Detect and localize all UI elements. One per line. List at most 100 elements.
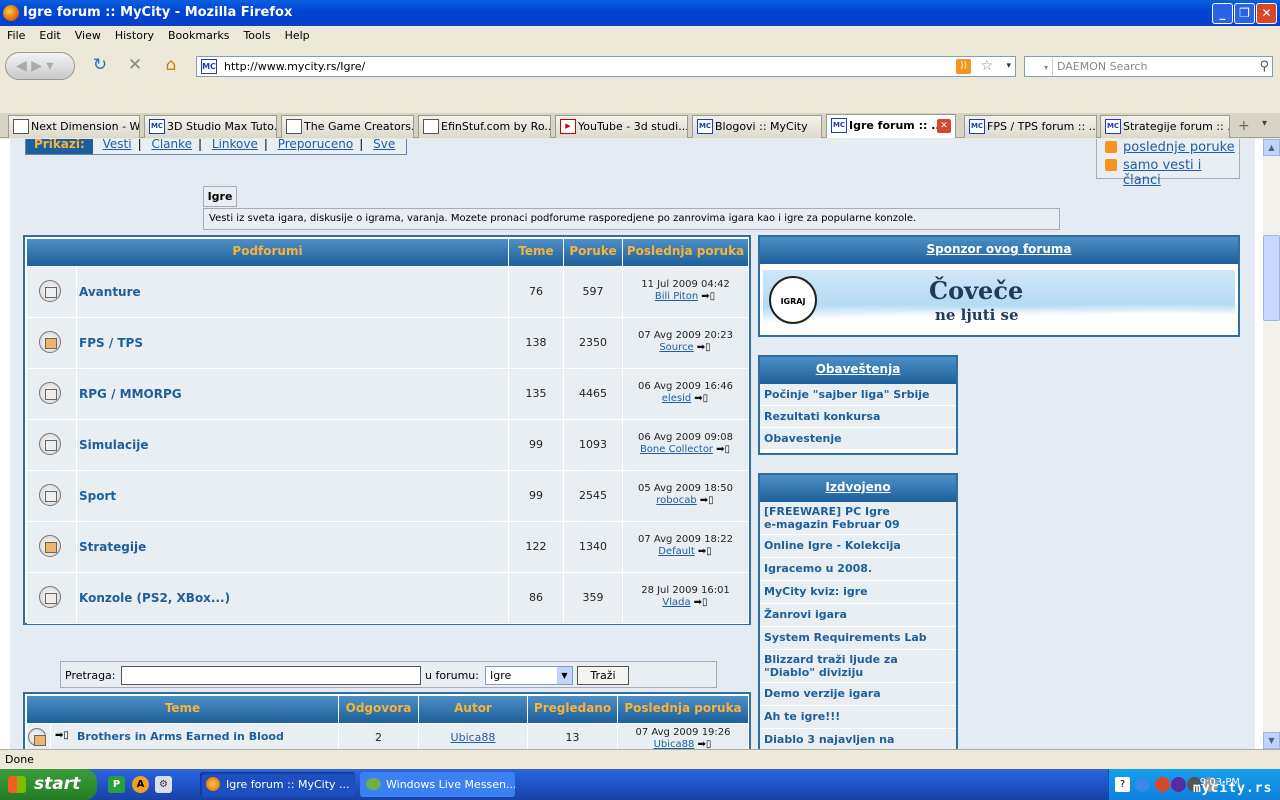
featured-item[interactable]: Žanrovi igara (760, 604, 956, 627)
tab-strategije[interactable]: MC Strategije forum :: ... (1100, 115, 1230, 138)
header-topic-last: Poslednja poruka (618, 696, 749, 723)
tab-next-dimension[interactable]: Next Dimension - W... (8, 115, 140, 138)
url-dropdown-icon[interactable]: ▾ (1006, 57, 1011, 76)
forum-search-input[interactable] (121, 666, 421, 685)
menu-edit[interactable]: Edit (32, 26, 67, 42)
go-to-post-icon[interactable]: ➡▯ (715, 444, 731, 455)
featured-item[interactable]: [FREEWARE] PC Igre e-magazin Februar 09 (760, 502, 956, 535)
subforum-link[interactable]: Sport (79, 489, 116, 503)
sponsor-banner[interactable]: IGRAJ Čoveče ne ljuti se (763, 270, 1235, 332)
tab-fps-tps[interactable]: MC FPS / TPS forum :: ... (964, 115, 1097, 138)
filter-sve[interactable]: Sve (367, 139, 401, 151)
last-post-user-link[interactable]: Default (658, 546, 695, 557)
last-post-user-link[interactable]: Source (659, 342, 693, 353)
start-button[interactable]: start (0, 769, 97, 800)
help-icon[interactable]: ? (1115, 777, 1130, 792)
taskbar-firefox[interactable]: Igre forum :: MyCity ... (200, 772, 355, 797)
subforum-link[interactable]: Strategije (79, 540, 146, 554)
taskbar-messenger[interactable]: Windows Live Messen... (360, 772, 515, 797)
tray-icon[interactable] (1155, 777, 1170, 792)
topic-title-link[interactable]: Brothers in Arms Earned in Blood (77, 730, 284, 743)
scroll-thumb[interactable] (1263, 235, 1280, 321)
notice-item[interactable]: Obavestenje (760, 428, 956, 450)
bookmark-star-icon[interactable]: ☆ (980, 57, 993, 76)
tray-icon[interactable] (1171, 777, 1186, 792)
new-tab-icon[interactable]: + (1238, 118, 1250, 134)
url-bar[interactable]: MC http://www.mycity.rs/Igre/ )) ☆ ▾ (196, 56, 1016, 77)
menu-file[interactable]: File (0, 26, 32, 42)
search-bar[interactable]: ▾ DAEMON Search ⚲ (1024, 56, 1273, 77)
filter-preporuceno[interactable]: Preporuceno (272, 139, 360, 151)
search-engine-dropdown[interactable]: ▾ (1027, 58, 1053, 75)
sponsor-title[interactable]: Sponzor ovog foruma (760, 237, 1238, 264)
tab-3d-studio-max[interactable]: MC 3D Studio Max Tuto... (144, 115, 277, 138)
tab-efinstuf[interactable]: EfinStuf.com by Ro... (418, 115, 551, 138)
forum-select[interactable]: Igre ▼ (485, 666, 573, 685)
quicklaunch-icon[interactable]: P (108, 776, 125, 793)
last-post-user-link[interactable]: Bili Piton (655, 291, 698, 302)
subforum-link[interactable]: RPG / MMORPG (79, 387, 182, 401)
tab-blogovi[interactable]: MC Blogovi :: MyCity (692, 115, 822, 138)
subforum-link[interactable]: Konzole (PS2, XBox...) (79, 591, 230, 605)
back-forward-button[interactable]: ◀ ▶ ▾ (5, 52, 75, 80)
featured-item[interactable]: System Requirements Lab (760, 627, 956, 650)
featured-item[interactable]: MyCity kviz: igre (760, 581, 956, 604)
rss-latest-posts-link[interactable]: poslednje poruke (1123, 140, 1235, 155)
maximize-button[interactable]: ❐ (1234, 3, 1255, 24)
scroll-up-button[interactable]: ▲ (1263, 139, 1280, 156)
featured-item[interactable]: Igracemo u 2008. (760, 558, 956, 581)
tab-youtube[interactable]: ▶ YouTube - 3d studi... (555, 115, 688, 138)
topic-last-user-link[interactable]: Ubica88 (654, 739, 695, 749)
reload-icon[interactable]: ↻ (89, 54, 111, 76)
last-post-user-link[interactable]: Vlada (662, 597, 690, 608)
menu-view[interactable]: View (68, 26, 108, 42)
featured-item[interactable]: Demo verzije igara (760, 683, 956, 706)
search-submit-button[interactable]: Traži (577, 666, 629, 685)
tray-icon[interactable] (1135, 777, 1150, 792)
rss-icon[interactable]: )) (956, 59, 971, 74)
tab-game-creators[interactable]: The Game Creators... (281, 115, 414, 138)
last-post-user-link[interactable]: robocab (656, 495, 696, 506)
featured-item[interactable]: Online Igre - Kolekcija (760, 535, 956, 558)
go-to-post-icon[interactable]: ➡▯ (696, 342, 712, 353)
tab-igre-forum[interactable]: MC Igre forum :: ... ✕ (826, 114, 956, 138)
go-to-post-icon[interactable]: ➡▯ (700, 291, 716, 302)
notice-item[interactable]: Rezultati konkursa (760, 406, 956, 428)
scroll-down-button[interactable]: ▼ (1263, 732, 1280, 749)
subforum-link[interactable]: FPS / TPS (79, 336, 143, 350)
go-to-post-icon[interactable]: ➡▯ (697, 546, 713, 557)
menu-history[interactable]: History (108, 26, 161, 42)
close-button[interactable]: ✕ (1256, 3, 1277, 24)
menu-bookmarks[interactable]: Bookmarks (161, 26, 236, 42)
go-to-post-icon[interactable]: ➡▯ (699, 495, 715, 506)
minimize-button[interactable]: _ (1212, 3, 1233, 24)
last-post-user-link[interactable]: Bone Collector (640, 444, 713, 455)
go-to-post-icon[interactable]: ➡▯ (693, 597, 709, 608)
notices-title[interactable]: Obaveštenja (760, 357, 956, 384)
quicklaunch-icon[interactable]: ⚙ (155, 776, 172, 793)
tab-close-icon[interactable]: ✕ (937, 119, 951, 133)
notice-item[interactable]: Počinje "sajber liga" Srbije (760, 384, 956, 406)
subforum-link[interactable]: Simulacije (79, 438, 149, 452)
filter-linkove[interactable]: Linkove (206, 139, 264, 151)
featured-item[interactable]: Diablo 3 najavljen na (760, 729, 956, 749)
topic-author-link[interactable]: Ubica88 (451, 731, 496, 744)
go-to-post-icon[interactable]: ➡▯ (693, 393, 709, 404)
menu-help[interactable]: Help (278, 26, 317, 42)
vertical-scrollbar[interactable]: ▲ ▼ (1263, 139, 1280, 749)
featured-item[interactable]: Blizzard traži ljude za "Diablo" divizij… (760, 650, 956, 683)
rss-news-link[interactable]: samo vesti i članci (1123, 158, 1239, 188)
search-icon[interactable]: ⚲ (1259, 57, 1269, 76)
featured-item[interactable]: Ah te igre!!! (760, 706, 956, 729)
last-post-user-link[interactable]: elesid (662, 393, 691, 404)
tab-list-icon[interactable]: ▾ (1262, 118, 1267, 129)
stop-icon[interactable]: ✕ (124, 54, 146, 76)
filter-clanke[interactable]: Clanke (145, 139, 198, 151)
home-icon[interactable]: ⌂ (160, 54, 182, 76)
quicklaunch-icon[interactable]: A (132, 776, 149, 793)
filter-vesti[interactable]: Vesti (97, 139, 138, 151)
go-to-post-icon[interactable]: ➡▯ (696, 739, 712, 749)
featured-title[interactable]: Izdvojeno (760, 475, 956, 502)
subforum-link[interactable]: Avanture (79, 285, 141, 299)
menu-tools[interactable]: Tools (236, 26, 277, 42)
